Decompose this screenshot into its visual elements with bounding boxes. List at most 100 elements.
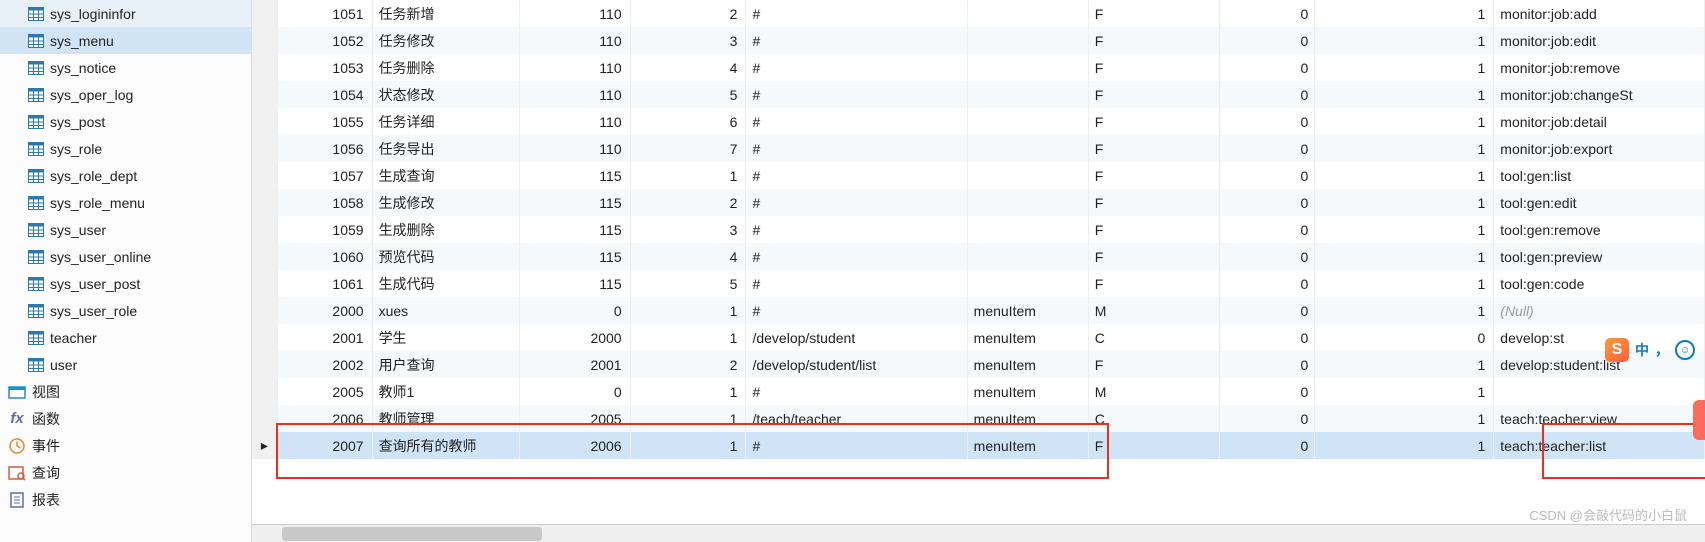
cell-target[interactable] xyxy=(967,27,1088,54)
cell-target[interactable]: menuItem xyxy=(967,324,1088,351)
cell-url[interactable]: # xyxy=(746,378,967,405)
cell-perm[interactable]: monitor:job:add xyxy=(1494,0,1705,27)
cell-refresh[interactable]: 1 xyxy=(1315,54,1494,81)
cell-visible[interactable]: 0 xyxy=(1220,108,1315,135)
cell-url[interactable]: # xyxy=(746,81,967,108)
category-queries[interactable]: 查询 xyxy=(0,459,251,486)
cell-id[interactable]: 1058 xyxy=(277,189,372,216)
row-marker[interactable] xyxy=(252,135,277,162)
cell-order[interactable]: 7 xyxy=(630,135,746,162)
cell-perm[interactable]: teach:teacher:view xyxy=(1494,405,1705,432)
table-item-sys_user[interactable]: sys_user xyxy=(0,216,251,243)
cell-order[interactable]: 5 xyxy=(630,270,746,297)
cell-name[interactable]: 状态修改 xyxy=(372,81,519,108)
cell-id[interactable]: 1053 xyxy=(277,54,372,81)
cell-name[interactable]: 任务详细 xyxy=(372,108,519,135)
cell-visible[interactable]: 0 xyxy=(1220,432,1315,459)
table-item-sys_notice[interactable]: sys_notice xyxy=(0,54,251,81)
cell-refresh[interactable]: 1 xyxy=(1315,108,1494,135)
cell-perm[interactable]: tool:gen:code xyxy=(1494,270,1705,297)
cell-refresh[interactable]: 1 xyxy=(1315,378,1494,405)
cell-target[interactable] xyxy=(967,270,1088,297)
cell-id[interactable]: 1051 xyxy=(277,0,372,27)
cell-perm[interactable]: monitor:job:changeSt xyxy=(1494,81,1705,108)
cell-type[interactable]: F xyxy=(1088,27,1220,54)
table-row[interactable]: 2002用户查询20012/develop/student/listmenuIt… xyxy=(252,351,1705,378)
cell-type[interactable]: C xyxy=(1088,405,1220,432)
cell-name[interactable]: 生成修改 xyxy=(372,189,519,216)
table-row[interactable]: 1060预览代码1154#F01tool:gen:preview xyxy=(252,243,1705,270)
table-row[interactable]: ▸2007查询所有的教师20061#menuItemF01teach:teach… xyxy=(252,432,1705,459)
cell-refresh[interactable]: 1 xyxy=(1315,405,1494,432)
cell-url[interactable]: # xyxy=(746,297,967,324)
row-marker[interactable] xyxy=(252,351,277,378)
table-row[interactable]: 2006教师管理20051/teach/teachermenuItemC01te… xyxy=(252,405,1705,432)
cell-order[interactable]: 3 xyxy=(630,216,746,243)
cell-parent[interactable]: 0 xyxy=(520,297,631,324)
cell-url[interactable]: # xyxy=(746,162,967,189)
cell-perm[interactable] xyxy=(1494,378,1705,405)
cell-perm[interactable]: tool:gen:edit xyxy=(1494,189,1705,216)
cell-type[interactable]: C xyxy=(1088,324,1220,351)
ime-punct-toggle[interactable]: ， xyxy=(1655,340,1669,360)
cell-visible[interactable]: 0 xyxy=(1220,162,1315,189)
table-item-sys_user_post[interactable]: sys_user_post xyxy=(0,270,251,297)
cell-parent[interactable]: 115 xyxy=(520,216,631,243)
category-views[interactable]: 视图 xyxy=(0,378,251,405)
cell-visible[interactable]: 0 xyxy=(1220,324,1315,351)
scrollbar-thumb[interactable] xyxy=(282,527,542,541)
cell-id[interactable]: 1060 xyxy=(277,243,372,270)
cell-visible[interactable]: 0 xyxy=(1220,27,1315,54)
row-marker[interactable] xyxy=(252,108,277,135)
cell-name[interactable]: xues xyxy=(372,297,519,324)
cell-target[interactable]: menuItem xyxy=(967,432,1088,459)
table-row[interactable]: 2000xues01#menuItemM01(Null) xyxy=(252,297,1705,324)
cell-parent[interactable]: 2005 xyxy=(520,405,631,432)
cell-id[interactable]: 2007 xyxy=(277,432,372,459)
cell-id[interactable]: 1056 xyxy=(277,135,372,162)
cell-order[interactable]: 4 xyxy=(630,54,746,81)
cell-target[interactable] xyxy=(967,0,1088,27)
cell-order[interactable]: 4 xyxy=(630,243,746,270)
cell-url[interactable]: /develop/student xyxy=(746,324,967,351)
table-row[interactable]: 1058生成修改1152#F01tool:gen:edit xyxy=(252,189,1705,216)
cell-parent[interactable]: 110 xyxy=(520,135,631,162)
cell-target[interactable]: menuItem xyxy=(967,351,1088,378)
table-item-sys_role[interactable]: sys_role xyxy=(0,135,251,162)
cell-type[interactable]: F xyxy=(1088,81,1220,108)
cell-refresh[interactable]: 1 xyxy=(1315,432,1494,459)
horizontal-scrollbar[interactable] xyxy=(252,524,1705,542)
table-row[interactable]: 1057生成查询1151#F01tool:gen:list xyxy=(252,162,1705,189)
cell-name[interactable]: 生成查询 xyxy=(372,162,519,189)
sogou-icon[interactable]: S xyxy=(1605,338,1629,362)
cell-name[interactable]: 生成删除 xyxy=(372,216,519,243)
cell-order[interactable]: 2 xyxy=(630,0,746,27)
cell-visible[interactable]: 0 xyxy=(1220,297,1315,324)
data-grid[interactable]: 1051任务新增1102#F01monitor:job:add1052任务修改1… xyxy=(252,0,1705,524)
cell-perm[interactable]: monitor:job:edit xyxy=(1494,27,1705,54)
ime-toolbar[interactable]: S 中 ， ☺ xyxy=(1605,338,1695,362)
cell-visible[interactable]: 0 xyxy=(1220,378,1315,405)
cell-order[interactable]: 1 xyxy=(630,432,746,459)
cell-target[interactable] xyxy=(967,135,1088,162)
table-row[interactable]: 1053任务删除1104#F01monitor:job:remove xyxy=(252,54,1705,81)
cell-target[interactable] xyxy=(967,243,1088,270)
cell-target[interactable] xyxy=(967,189,1088,216)
row-marker[interactable] xyxy=(252,378,277,405)
cell-id[interactable]: 1055 xyxy=(277,108,372,135)
row-marker[interactable]: ▸ xyxy=(252,432,277,459)
side-tab-handle[interactable] xyxy=(1693,400,1705,440)
cell-id[interactable]: 2001 xyxy=(277,324,372,351)
cell-type[interactable]: F xyxy=(1088,270,1220,297)
row-marker[interactable] xyxy=(252,81,277,108)
cell-type[interactable]: F xyxy=(1088,189,1220,216)
cell-order[interactable]: 1 xyxy=(630,162,746,189)
cell-url[interactable]: # xyxy=(746,0,967,27)
row-marker[interactable] xyxy=(252,27,277,54)
table-row[interactable]: 1056任务导出1107#F01monitor:job:export xyxy=(252,135,1705,162)
table-row[interactable]: 1052任务修改1103#F01monitor:job:edit xyxy=(252,27,1705,54)
row-marker[interactable] xyxy=(252,216,277,243)
table-item-sys_post[interactable]: sys_post xyxy=(0,108,251,135)
cell-url[interactable]: /teach/teacher xyxy=(746,405,967,432)
cell-type[interactable]: M xyxy=(1088,378,1220,405)
